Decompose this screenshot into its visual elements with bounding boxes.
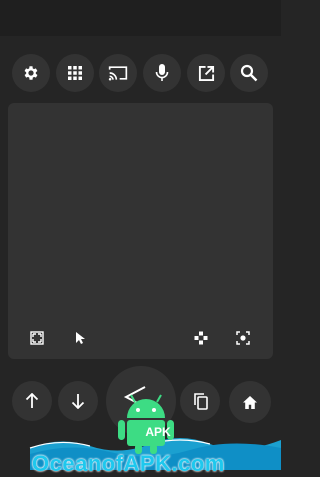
screenshot-icon bbox=[236, 331, 250, 345]
home-icon bbox=[243, 395, 257, 409]
touchpad[interactable] bbox=[8, 103, 273, 359]
grid-icon bbox=[68, 66, 82, 80]
watermark-site-text: OceanofAPK.com bbox=[32, 451, 225, 476]
status-bar-area bbox=[0, 0, 281, 36]
fullscreen-button[interactable] bbox=[28, 329, 46, 347]
settings-button[interactable] bbox=[12, 54, 50, 92]
copy-button[interactable] bbox=[180, 381, 220, 421]
open-external-button[interactable] bbox=[187, 54, 225, 92]
up-button[interactable] bbox=[12, 381, 52, 421]
apps-button[interactable] bbox=[56, 54, 94, 92]
home-button[interactable] bbox=[229, 381, 271, 423]
watermark-apk-badge: APK bbox=[145, 425, 171, 439]
search-button[interactable] bbox=[230, 54, 268, 92]
dpad-mode-button[interactable] bbox=[192, 329, 210, 347]
cast-button[interactable] bbox=[99, 54, 137, 92]
arrow-down-icon bbox=[71, 394, 85, 409]
cast-icon bbox=[108, 66, 128, 81]
microphone-icon bbox=[155, 64, 169, 81]
pointer-icon bbox=[76, 332, 85, 344]
back-icon bbox=[123, 386, 146, 408]
dpad-icon bbox=[194, 331, 208, 345]
copy-icon bbox=[194, 393, 208, 410]
search-icon bbox=[240, 64, 258, 82]
pointer-mode-button[interactable] bbox=[71, 329, 89, 347]
screenshot-button[interactable] bbox=[234, 329, 252, 347]
open-in-new-icon bbox=[198, 65, 214, 81]
gear-icon bbox=[24, 66, 38, 80]
fullscreen-icon bbox=[30, 331, 44, 345]
voice-button[interactable] bbox=[143, 54, 181, 92]
down-button[interactable] bbox=[58, 381, 98, 421]
arrow-up-icon bbox=[25, 393, 39, 408]
